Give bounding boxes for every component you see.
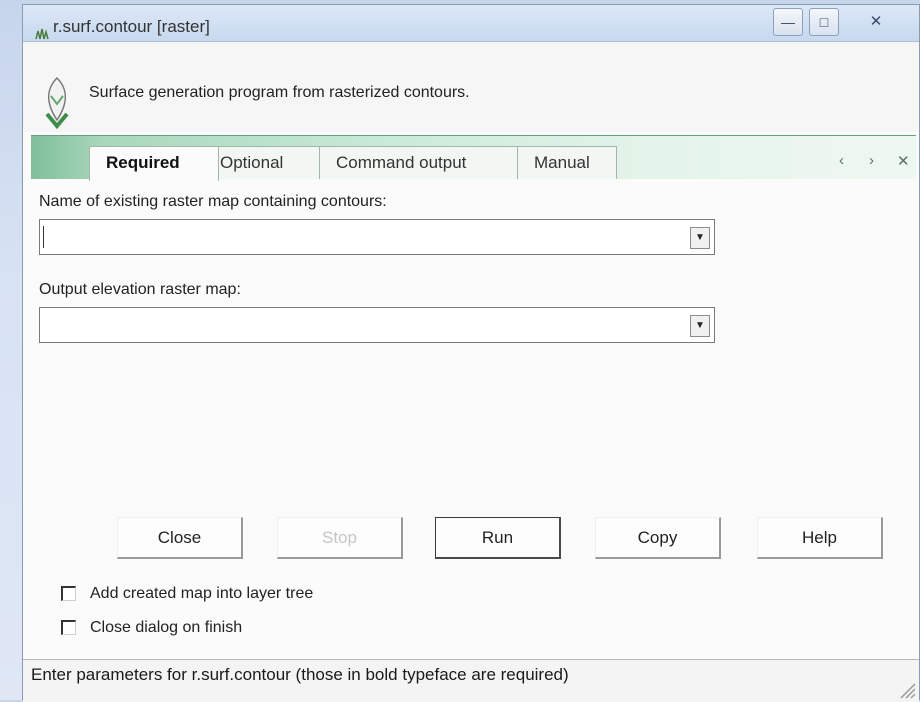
stop-button[interactable]: Stop	[277, 517, 403, 559]
tab-command-output[interactable]: Command output	[319, 146, 519, 180]
window-title: r.surf.contour [raster]	[53, 17, 210, 36]
add-to-layer-tree-label: Add created map into layer tree	[90, 585, 314, 602]
close-on-finish-checkbox[interactable]	[61, 620, 76, 636]
add-to-layer-tree-checkbox[interactable]	[61, 586, 76, 602]
dropdown-arrow-icon[interactable]: ▼	[690, 315, 710, 337]
module-header: Surface generation program from rasteriz…	[23, 42, 919, 132]
input-map-combobox[interactable]: ▼	[39, 219, 715, 255]
grass-app-icon	[35, 28, 49, 40]
resize-grip-icon[interactable]	[895, 678, 917, 700]
tab-close-icon[interactable]: ✕	[897, 152, 910, 170]
add-to-layer-tree-option[interactable]: Add created map into layer tree	[61, 585, 313, 603]
dropdown-arrow-icon[interactable]: ▼	[690, 227, 710, 249]
close-button[interactable]: Close	[117, 517, 243, 559]
tab-required[interactable]: Required	[89, 146, 219, 181]
close-on-finish-label: Close dialog on finish	[90, 619, 243, 636]
tab-optional[interactable]: Optional	[203, 146, 321, 180]
dialog-window: r.surf.contour [raster] — □ ✕ Surface ge…	[22, 4, 920, 702]
input-map-label: Name of existing raster map containing c…	[39, 193, 387, 210]
close-window-button[interactable]: ✕	[861, 8, 891, 36]
run-button[interactable]: Run	[435, 517, 561, 559]
tab-manual[interactable]: Manual	[517, 146, 617, 180]
tab-bar: Required Optional Command output Manual …	[31, 135, 916, 181]
module-description: Surface generation program from rasteriz…	[89, 84, 470, 101]
status-text: Enter parameters for r.surf.contour (tho…	[31, 665, 569, 684]
title-bar[interactable]: r.surf.contour [raster] — □ ✕	[23, 5, 919, 42]
text-cursor	[43, 226, 44, 248]
copy-button[interactable]: Copy	[595, 517, 721, 559]
output-map-combobox[interactable]: ▼	[39, 307, 715, 343]
status-bar: Enter parameters for r.surf.contour (tho…	[23, 659, 919, 702]
help-button[interactable]: Help	[757, 517, 883, 559]
grass-logo-icon	[45, 76, 69, 130]
maximize-button[interactable]: □	[809, 8, 839, 36]
output-map-label: Output elevation raster map:	[39, 281, 241, 298]
tab-scroll-right-icon[interactable]: ›	[869, 152, 874, 169]
minimize-button[interactable]: —	[773, 8, 803, 36]
close-on-finish-option[interactable]: Close dialog on finish	[61, 619, 242, 637]
tab-scroll-left-icon[interactable]: ‹	[839, 152, 844, 169]
